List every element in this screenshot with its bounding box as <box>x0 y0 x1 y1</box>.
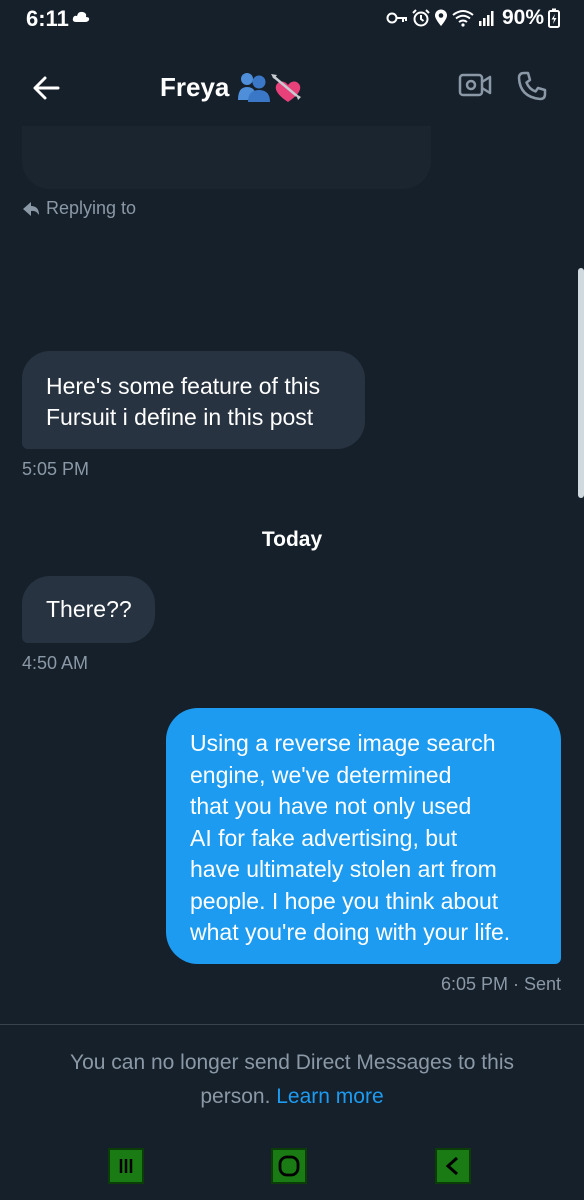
alarm-icon <box>412 9 430 27</box>
message-line: that you have not only used <box>190 793 472 819</box>
replying-to-label: Replying to <box>46 198 137 218</box>
back-button[interactable] <box>28 70 64 106</box>
name-emoji <box>236 70 304 111</box>
location-icon <box>434 9 448 27</box>
message-line: Using a reverse image search <box>190 730 496 756</box>
battery-charging-icon <box>548 8 560 28</box>
notice-text-line1: You can no longer send Direct Messages t… <box>70 1051 514 1074</box>
home-icon <box>278 1155 300 1177</box>
contact-name[interactable]: Freya <box>160 72 229 103</box>
scrollbar[interactable] <box>578 268 584 498</box>
message-line: Here's some feature of this <box>46 373 321 399</box>
message-line: Fursuit i define in this post <box>46 404 314 430</box>
system-navigation-bar <box>0 1132 584 1200</box>
message-timestamp: 5:05 PM <box>22 459 90 479</box>
replying-to-indicator: Replying to <box>22 198 136 219</box>
wifi-icon <box>452 9 474 27</box>
phone-call-button[interactable] <box>516 70 548 107</box>
status-icons: 90% <box>386 6 560 30</box>
media-attachment-bubble[interactable] <box>22 126 431 189</box>
learn-more-link[interactable]: Learn more <box>276 1085 383 1108</box>
vpn-key-icon <box>386 10 408 26</box>
message-status-timestamp: 6:05 PM · Sent <box>440 974 561 994</box>
phone-icon <box>517 71 547 101</box>
status-time: 6:11 <box>26 6 69 31</box>
incoming-message-bubble[interactable]: Here's some feature of this Fursuit i de… <box>22 351 365 449</box>
back-arrow-icon <box>33 76 60 100</box>
recent-apps-icon <box>119 1159 133 1173</box>
conversation-header: Freya <box>0 50 584 126</box>
status-bar: 6:11 90% <box>0 0 584 40</box>
message-line: AI for fake advertising, but <box>190 824 458 851</box>
composer-divider <box>0 1024 584 1025</box>
couple-emoji-icon <box>238 73 270 102</box>
incoming-message-bubble[interactable]: There?? <box>22 576 155 643</box>
video-call-icon <box>458 73 492 97</box>
chevron-left-icon <box>445 1156 458 1176</box>
recent-apps-button[interactable] <box>108 1148 144 1184</box>
system-back-button[interactable] <box>435 1148 471 1184</box>
reply-arrow-icon <box>23 201 39 216</box>
message-timestamp: 4:50 AM <box>22 653 89 673</box>
notice-text-line2: person. <box>200 1085 271 1108</box>
outgoing-message-bubble[interactable]: Using a reverse image search engine, we'… <box>166 708 561 964</box>
message-line: have ultimately stolen art from <box>190 856 497 882</box>
video-call-button[interactable] <box>458 70 492 105</box>
message-line: what you're doing with your life. <box>190 919 511 945</box>
message-line: people. I hope you think about <box>190 887 499 914</box>
message-line: engine, we've determined <box>190 761 452 788</box>
heart-arrow-emoji-icon <box>271 74 301 102</box>
day-divider: Today <box>261 528 323 551</box>
signal-icon <box>478 9 496 27</box>
home-button[interactable] <box>271 1148 307 1184</box>
cloud-icon <box>72 10 90 29</box>
message-line: There?? <box>46 596 132 622</box>
battery-percentage: 90% <box>501 6 544 29</box>
dm-disabled-notice: You can no longer send Direct Messages t… <box>40 1046 544 1114</box>
